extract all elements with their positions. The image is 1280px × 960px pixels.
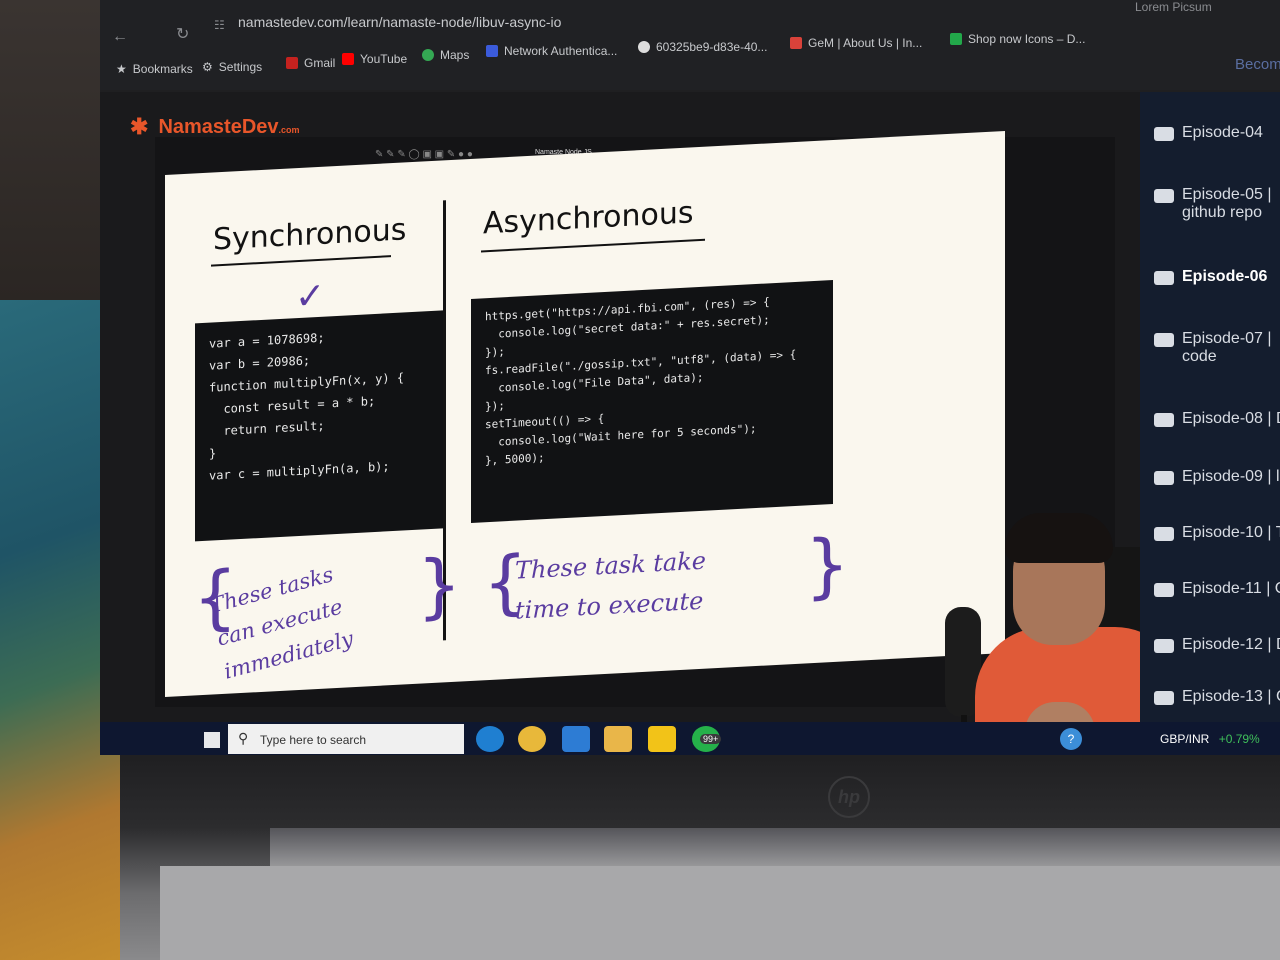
video-camera-icon: [1154, 691, 1174, 705]
bookmark-settings[interactable]: ⚙ Settings: [202, 60, 262, 74]
episode-sidebar: Episode-04 Episode-05 | github repo Episo…: [1140, 92, 1280, 722]
file-explorer-icon[interactable]: [604, 726, 632, 752]
laptop-hinge: [270, 828, 1280, 868]
sync-underline: [211, 255, 391, 267]
sidebar-item-episode-04[interactable]: Episode-04: [1154, 124, 1263, 142]
video-camera-icon: [1154, 583, 1174, 597]
bookmark-gmail[interactable]: Gmail: [286, 56, 335, 70]
star-icon: ★: [116, 62, 127, 76]
video-camera-icon: [1154, 189, 1174, 203]
network-icon: [486, 45, 498, 57]
site-info-icon[interactable]: ☷: [214, 18, 225, 32]
gmail-icon: [286, 57, 298, 69]
brace-right-sync: }: [417, 543, 462, 628]
shop-icon: [950, 33, 962, 45]
vscode-icon[interactable]: [562, 726, 590, 752]
video-camera-icon: [1154, 127, 1174, 141]
async-code-block: https.get("https://api.fbi.com", (res) =…: [471, 279, 833, 523]
async-underline: [481, 238, 705, 253]
sidebar-item-episode-10[interactable]: Episode-10 | Th: [1154, 524, 1280, 542]
video-camera-icon: [1154, 333, 1174, 347]
sticky-notes-icon[interactable]: [648, 726, 676, 752]
sidebar-item-episode-05[interactable]: Episode-05 | github repo: [1154, 186, 1272, 222]
sync-code-block: var a = 1078698; var b = 20986; function…: [195, 310, 443, 542]
laptop-deck: [160, 866, 1280, 960]
lorem-picsum-tab[interactable]: Lorem Picsum: [1135, 0, 1212, 14]
video-camera-icon: [1154, 413, 1174, 427]
async-heading: Asynchronous: [483, 195, 694, 242]
address-bar[interactable]: ☷ namastedev.com/learn/namaste-node/libu…: [208, 4, 1228, 34]
laptop-screen: ← ↻ ☷ namastedev.com/learn/namaste-node/…: [100, 0, 1280, 755]
video-camera-icon: [1154, 527, 1174, 541]
sidebar-item-episode-11[interactable]: Episode-11 | Cr: [1154, 580, 1280, 598]
sidebar-item-episode-13[interactable]: Episode-13 | Cre: [1154, 688, 1280, 706]
sync-heading: Synchronous: [213, 212, 407, 258]
search-placeholder: Type here to search: [260, 733, 367, 747]
video-camera-icon: [1154, 271, 1174, 285]
sidebar-item-episode-12[interactable]: Episode-12 | Da: [1154, 636, 1280, 654]
bookmark-link[interactable]: 60325be9-d83e-40...: [638, 40, 767, 54]
taskbar-search-input[interactable]: ⚲ Type here to search: [228, 724, 464, 754]
bookmark-bookmarks[interactable]: ★ Bookmarks: [116, 62, 193, 76]
windows-start-icon[interactable]: [204, 732, 220, 748]
brace-right-async: }: [805, 523, 850, 608]
bookmark-shop[interactable]: Shop now Icons – D...: [950, 32, 1085, 46]
namastedev-logo-icon: ✱: [130, 114, 149, 139]
bookmark-gem[interactable]: GeM | About Us | In...: [790, 36, 922, 50]
chrome-icon[interactable]: [518, 726, 546, 752]
bookmarks-bar: ★ Bookmarks ⚙ Settings Gmail YouTube Maps …: [110, 32, 1270, 80]
video-player[interactable]: Namaste Node JS ✎ ✎ ✎ ◯ ▣ ▣ ✎ ● ● Synchr…: [155, 130, 1185, 755]
browser-chrome: ← ↻ ☷ namastedev.com/learn/namaste-node/…: [100, 0, 1280, 90]
url-text: namastedev.com/learn/namaste-node/libuv-…: [238, 14, 562, 30]
checkmark-icon: ✓: [295, 274, 326, 318]
ticker-change: +0.79%: [1218, 732, 1260, 746]
edge-icon[interactable]: [476, 726, 504, 752]
gear-icon: ⚙: [202, 60, 213, 74]
ticker-label: GBP/INR: [1160, 732, 1210, 746]
windows-taskbar: ⚲ Type here to search ? GBP/INR +0.79%: [100, 722, 1280, 755]
video-camera-icon: [1154, 639, 1174, 653]
search-icon: ⚲: [238, 730, 249, 746]
page-content: ✱ NamasteDev.com Namaste Node JS ✎ ✎ ✎ ◯…: [100, 92, 1280, 755]
bookmark-maps[interactable]: Maps: [422, 48, 469, 62]
notification-badge: 99+: [700, 734, 722, 744]
bookmark-network[interactable]: Network Authentica...: [486, 44, 617, 58]
sidebar-item-episode-07[interactable]: Episode-07 | code: [1154, 330, 1272, 366]
whiteboard: Synchronous ✓ Asynchronous var a = 10786…: [165, 130, 1005, 697]
sidebar-item-episode-08[interactable]: Episode-08 | D: [1154, 410, 1280, 428]
bookmark-youtube[interactable]: YouTube: [342, 52, 407, 66]
become-link[interactable]: Becom: [1235, 56, 1280, 73]
presenter-hair: [1005, 513, 1113, 563]
stock-ticker[interactable]: GBP/INR +0.79%: [1160, 732, 1260, 746]
video-camera-icon: [1154, 471, 1174, 485]
link-icon: [638, 41, 650, 53]
sidebar-item-episode-06[interactable]: Episode-06: [1154, 268, 1267, 286]
brand-name: NamasteDev.com: [158, 115, 300, 138]
hp-logo: hp: [828, 776, 870, 818]
async-handwritten-note: These task take time to execute: [515, 546, 706, 625]
maps-icon: [422, 49, 434, 61]
youtube-icon: [342, 53, 354, 65]
help-icon[interactable]: ?: [1060, 728, 1082, 750]
gem-icon: [790, 37, 802, 49]
sidebar-item-episode-09[interactable]: Episode-09 | li: [1154, 468, 1280, 486]
